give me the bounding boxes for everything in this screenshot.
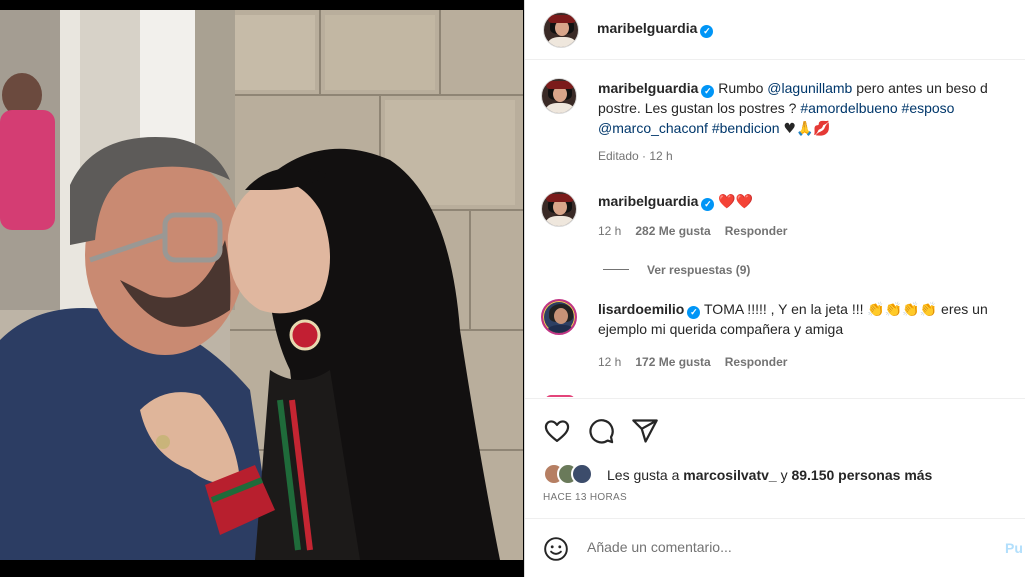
hashtag-link[interactable]: #amordelbueno [800,100,897,116]
mention-link[interactable]: @lagunillamb [767,80,852,96]
reply-button[interactable]: Responder [725,224,788,238]
comment-meta: 12 h 282 Me gusta Responder [598,224,787,238]
liker-username[interactable]: marcosilvatv_ [683,467,776,483]
caption-emojis: ♥🙏💋 [783,121,831,137]
post-photo[interactable] [0,10,523,560]
likes-text[interactable]: Les gusta a marcosilvatv_ y 89.150 perso… [607,467,932,483]
author-avatar[interactable] [543,12,579,48]
likes-summary: Les gusta a marcosilvatv_ y 89.150 perso… [543,463,1013,487]
emoji-icon[interactable] [543,536,569,562]
comments-list: maribelguardia ✓ Rumbo @lagunillamb pero … [525,61,1025,397]
next-comment-avatar [545,395,575,397]
caption-username[interactable]: maribelguardia ✓ [598,80,715,98]
author-username[interactable]: maribelguardia ✓ [597,20,714,38]
comment-username[interactable]: lisardoemilio ✓ [598,301,701,319]
comment-likes[interactable]: 282 Me gusta [635,224,710,238]
comment-username[interactable]: maribelguardia ✓ [598,193,715,211]
verified-icon: ✓ [701,198,715,211]
view-replies-button[interactable]: Ver respuestas (9) [603,263,750,277]
mention-link[interactable]: @marco_chaconf [598,120,708,136]
comment-text: lisardoemilio ✓ TOMA !!!!! , Y en la jeta… [598,301,988,337]
comment-composer: Añade un comentario... Pu [525,518,1025,577]
likes-count[interactable]: 89.150 personas más [791,467,932,483]
reply-button[interactable]: Responder [725,355,788,369]
post-header: maribelguardia ✓ [525,0,1025,60]
comment-meta: 12 h 172 Me gusta Responder [598,355,787,369]
liker-avatar[interactable] [571,463,593,485]
comment-time: 12 h [598,355,622,369]
verified-icon: ✓ [700,25,714,38]
comment-likes[interactable]: 172 Me gusta [635,355,710,369]
hashtag-link[interactable]: #esposo [902,100,955,116]
verified-icon: ✓ [687,306,701,319]
comment-text: maribelguardia ✓ ❤️❤️ [598,193,754,211]
comment-icon[interactable] [587,417,615,445]
comment-input[interactable]: Añade un comentario... [587,539,732,555]
post-panel: maribelguardia ✓ maribelguardia ✓ Rumbo @l… [524,0,1025,577]
comment-avatar[interactable] [541,299,577,335]
share-icon[interactable] [631,417,659,445]
comment-avatar[interactable] [541,191,577,227]
post-actions: Les gusta a marcosilvatv_ y 89.150 perso… [525,398,1025,518]
post-timestamp: HACE 13 HORAS [543,492,627,503]
frame-bottom [0,560,525,577]
post-comment-button[interactable]: Pu [1005,540,1023,556]
heart-icon[interactable] [543,417,571,445]
caption-text: maribelguardia ✓ Rumbo @lagunillamb pero … [598,80,988,137]
verified-icon: ✓ [701,85,715,98]
caption-meta: Editado · 12 h [598,149,673,163]
hashtag-link[interactable]: #bendicion [712,120,780,136]
comment-time: 12 h [598,224,622,238]
caption-avatar[interactable] [541,78,577,114]
